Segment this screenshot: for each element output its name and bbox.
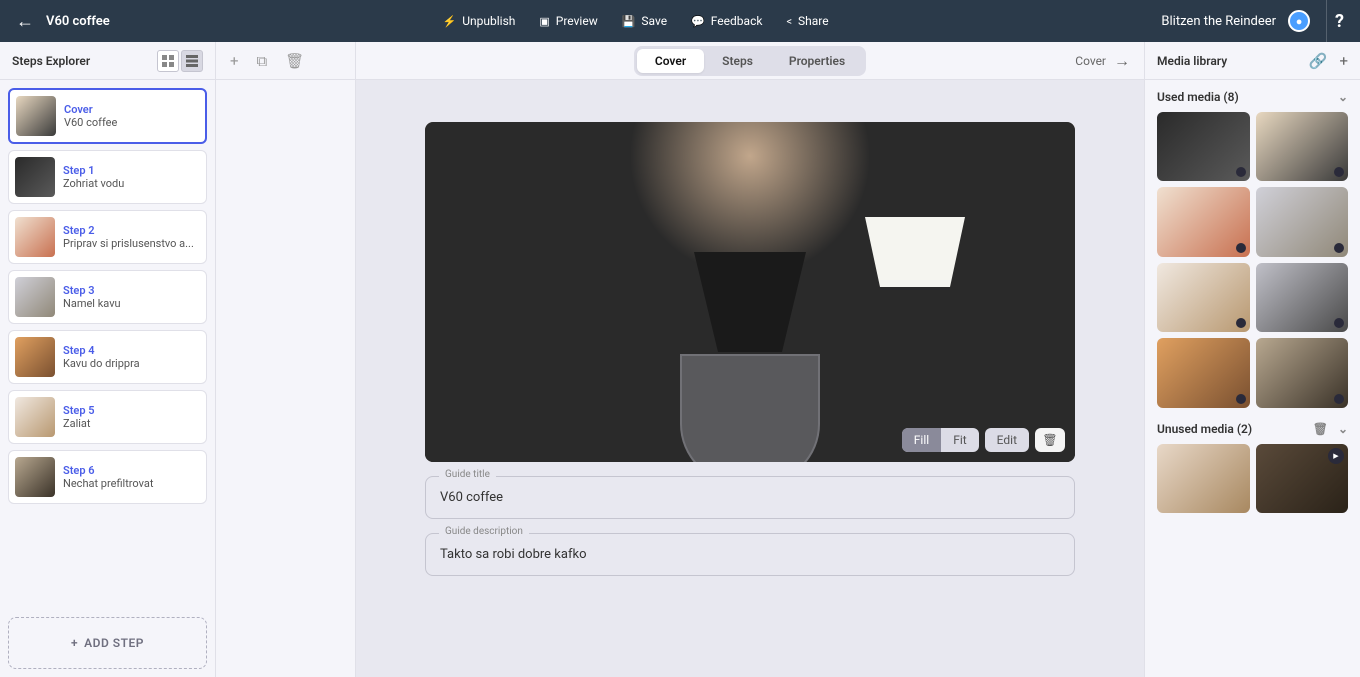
document-title: V60 coffee [46, 14, 110, 29]
media-item[interactable] [1256, 263, 1349, 332]
tabs: Cover Steps Properties [634, 46, 866, 76]
step-label: Step 5 [63, 404, 200, 417]
save-icon: 💾 [622, 15, 636, 28]
step-label: Cover [64, 103, 199, 116]
step-label: Step 1 [63, 164, 200, 177]
chevron-down-icon[interactable]: ⌄ [1338, 422, 1348, 436]
step-thumb [15, 397, 55, 437]
guide-title-label: Guide title [439, 469, 496, 480]
plus-icon: + [71, 636, 78, 650]
unpublish-button[interactable]: ⚡Unpublish [433, 10, 526, 32]
media-library-title: Media library [1157, 54, 1227, 68]
grid-view-button[interactable] [157, 50, 179, 72]
step-thumb [16, 96, 56, 136]
trash-icon[interactable]: 🗑 [1313, 422, 1328, 436]
media-item[interactable] [1157, 112, 1250, 181]
cover-image[interactable]: Fill Fit Edit 🗑 [425, 122, 1075, 462]
step-item[interactable]: Step 3Namel kavu [8, 270, 207, 324]
step-desc: Nechat prefiltrovat [63, 477, 200, 490]
help-icon[interactable]: ? [1326, 0, 1344, 42]
step-item[interactable]: Step 1Zohriat vodu [8, 150, 207, 204]
share-button[interactable]: <Share [776, 10, 838, 32]
step-item[interactable]: Step 6Nechat prefiltrovat [8, 450, 207, 504]
step-thumb [15, 337, 55, 377]
share-icon: < [786, 15, 792, 28]
left-tools: + ⧉ 🗑 [216, 42, 356, 677]
steps-explorer-title: Steps Explorer [12, 54, 90, 68]
user-name: Blitzen the Reindeer [1161, 14, 1276, 29]
chat-icon: 💬 [691, 15, 705, 28]
step-desc: Namel kavu [63, 297, 200, 310]
used-media-label: Used media (8) [1157, 90, 1239, 104]
image-fit-button[interactable]: Fit [941, 428, 978, 452]
media-item[interactable] [1256, 338, 1349, 407]
tab-cover[interactable]: Cover [637, 49, 704, 73]
media-item[interactable] [1256, 112, 1349, 181]
feedback-button[interactable]: 💬Feedback [681, 10, 772, 32]
back-arrow-icon[interactable]: ← [16, 11, 34, 32]
preview-button[interactable]: ▣Preview [529, 10, 607, 32]
unused-media-label: Unused media (2) [1157, 422, 1252, 436]
step-label: Step 6 [63, 464, 200, 477]
add-media-icon[interactable]: + [1339, 52, 1348, 70]
step-desc: Kavu do drippra [63, 357, 200, 370]
link-icon[interactable]: 🔗 [1309, 52, 1328, 70]
add-icon[interactable]: + [230, 52, 239, 70]
nav-next-arrow-icon[interactable]: → [1114, 51, 1130, 71]
add-step-button[interactable]: + ADD STEP [8, 617, 207, 669]
guide-title-input[interactable] [425, 476, 1075, 519]
image-delete-button[interactable]: 🗑 [1035, 428, 1065, 452]
trash-icon: 🗑 [1042, 433, 1057, 447]
step-label: Step 4 [63, 344, 200, 357]
step-label: Step 3 [63, 284, 200, 297]
trash-icon[interactable]: 🗑 [285, 52, 304, 70]
media-item[interactable] [1157, 338, 1250, 407]
media-item[interactable] [1157, 263, 1250, 332]
step-item[interactable]: Step 5Zaliat [8, 390, 207, 444]
topbar: ← V60 coffee ⚡Unpublish ▣Preview 💾Save 💬… [0, 0, 1360, 42]
media-item-video[interactable] [1256, 444, 1349, 513]
canvas: Cover Steps Properties Cover → Fill [356, 42, 1144, 677]
step-item[interactable]: Step 2Priprav si prislusenstvo a... [8, 210, 207, 264]
steps-sidebar: Steps Explorer CoverV60 coffee Step 1Zoh… [0, 42, 216, 677]
guide-description-input[interactable] [425, 533, 1075, 576]
step-list: CoverV60 coffee Step 1Zohriat vodu Step … [0, 80, 215, 609]
media-item[interactable] [1157, 444, 1250, 513]
play-icon: ▣ [539, 15, 549, 28]
guide-description-label: Guide description [439, 526, 529, 537]
media-item[interactable] [1256, 187, 1349, 256]
step-thumb [15, 277, 55, 317]
user-avatar[interactable]: ● [1288, 10, 1310, 32]
save-button[interactable]: 💾Save [612, 10, 677, 32]
step-desc: Zohriat vodu [63, 177, 200, 190]
image-fill-button[interactable]: Fill [902, 428, 941, 452]
media-sidebar: Media library 🔗 + Used media (8) ⌄ [1144, 42, 1360, 677]
step-desc: V60 coffee [64, 116, 199, 129]
nav-current-label: Cover [1075, 54, 1106, 68]
step-thumb [15, 457, 55, 497]
step-thumb [15, 217, 55, 257]
bolt-icon: ⚡ [443, 15, 457, 28]
copy-icon[interactable]: ⧉ [257, 52, 268, 70]
step-desc: Zaliat [63, 417, 200, 430]
step-desc: Priprav si prislusenstvo a... [63, 237, 200, 250]
step-label: Step 2 [63, 224, 200, 237]
add-step-label: ADD STEP [84, 636, 144, 650]
media-item[interactable] [1157, 187, 1250, 256]
tab-steps[interactable]: Steps [704, 49, 771, 73]
list-view-button[interactable] [181, 50, 203, 72]
step-item-cover[interactable]: CoverV60 coffee [8, 88, 207, 144]
chevron-down-icon[interactable]: ⌄ [1338, 90, 1348, 104]
step-item[interactable]: Step 4Kavu do drippra [8, 330, 207, 384]
step-thumb [15, 157, 55, 197]
image-edit-button[interactable]: Edit [985, 428, 1029, 452]
tab-properties[interactable]: Properties [771, 49, 863, 73]
